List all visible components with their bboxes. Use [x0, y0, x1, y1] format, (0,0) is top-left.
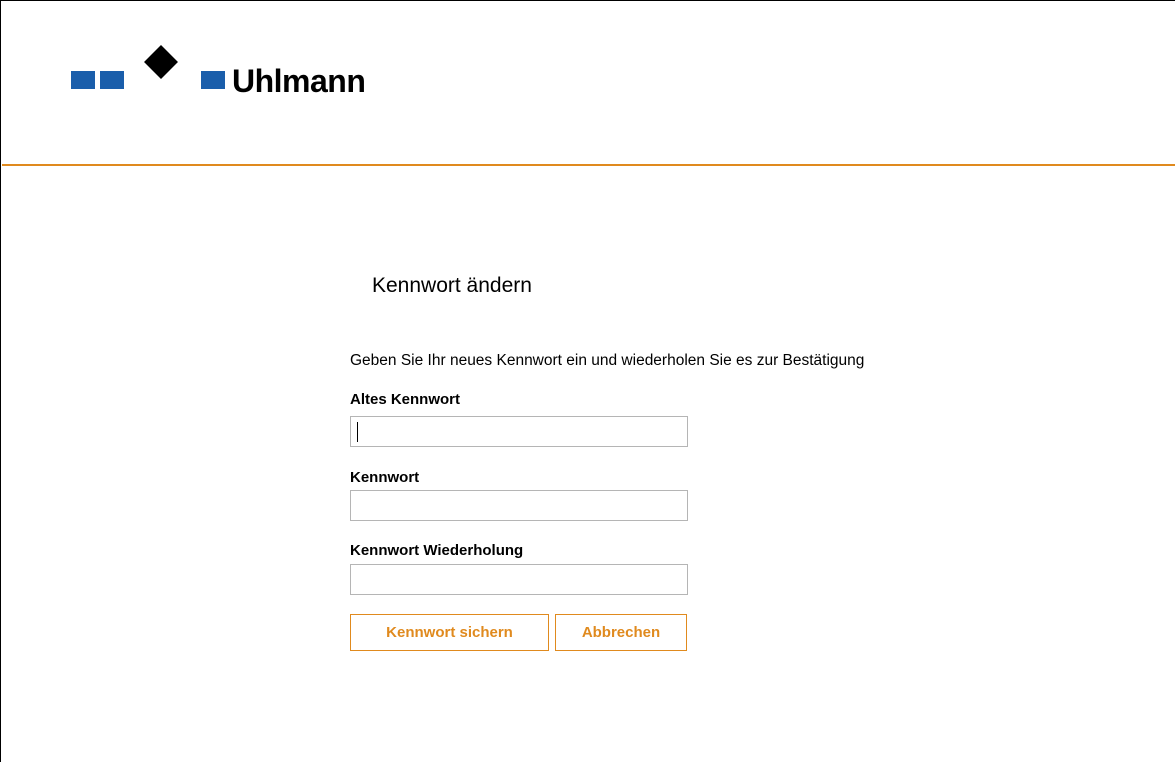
page-title: Kennwort ändern: [372, 274, 532, 297]
logo-diamond-icon: [144, 45, 178, 79]
new-password-label: Kennwort: [350, 469, 420, 486]
text-cursor: [357, 422, 358, 442]
repeat-password-label: Kennwort Wiederholung: [350, 542, 524, 559]
header: Uhlmann: [2, 2, 1175, 166]
instruction-text: Geben Sie Ihr neues Kennwort ein und wie…: [350, 352, 865, 369]
uhlmann-logo: Uhlmann: [69, 44, 429, 104]
repeat-password-field[interactable]: [350, 564, 688, 595]
new-password-field[interactable]: [350, 490, 688, 521]
logo-square-icon: [71, 71, 95, 89]
old-password-label: Altes Kennwort: [350, 391, 461, 408]
old-password-field[interactable]: [350, 416, 688, 447]
save-password-button[interactable]: Kennwort sichern: [350, 614, 549, 651]
logo-wordmark: Uhlmann: [232, 63, 366, 99]
cancel-button[interactable]: Abbrechen: [555, 614, 687, 651]
logo-square-icon: [201, 71, 225, 89]
page-frame: Uhlmann Kennwort ändern Geben Sie Ihr ne…: [0, 0, 1175, 762]
logo-square-icon: [100, 71, 124, 89]
